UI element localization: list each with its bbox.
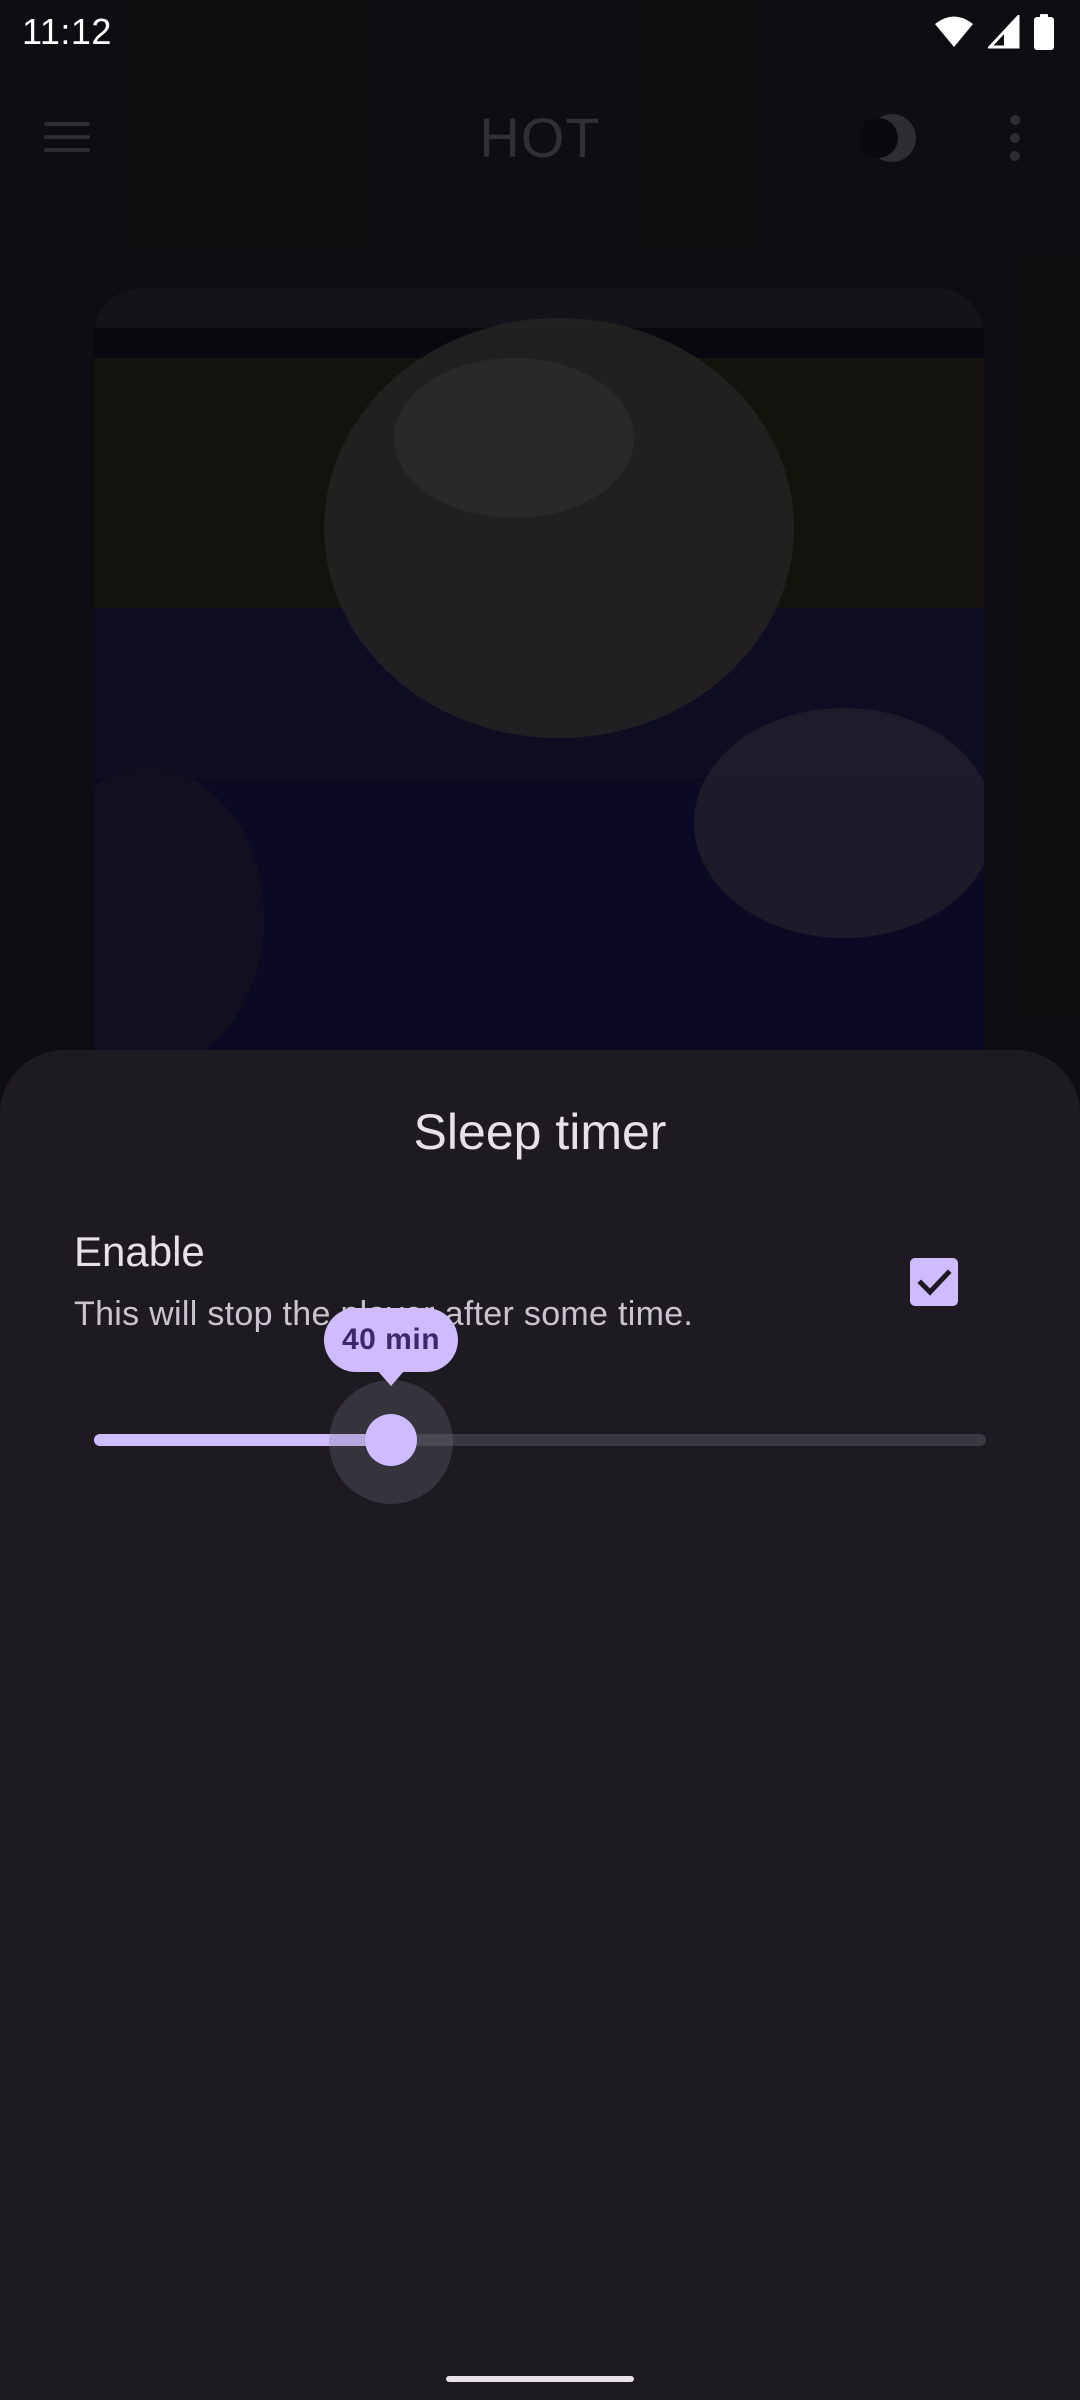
cell-signal-icon bbox=[988, 15, 1020, 49]
sleep-timer-sheet: Sleep timer Enable This will stop the pl… bbox=[0, 1050, 1080, 2400]
enable-label: Enable bbox=[74, 1228, 205, 1275]
status-icons bbox=[934, 12, 1054, 52]
slider-track[interactable] bbox=[94, 1434, 986, 1446]
sheet-title: Sleep timer bbox=[413, 1104, 667, 1160]
slider-value-label: 40 min bbox=[323, 1308, 459, 1386]
sleep-timer-slider[interactable]: 40 min bbox=[94, 1308, 986, 1504]
wifi-icon bbox=[934, 15, 974, 49]
check-icon bbox=[917, 1269, 952, 1296]
screen: 11:12 HOT Sleep timer Enable This will s… bbox=[0, 0, 1080, 2400]
enable-checkbox[interactable] bbox=[910, 1258, 958, 1306]
slider-thumb[interactable] bbox=[365, 1414, 417, 1466]
battery-icon bbox=[1034, 14, 1054, 50]
home-indicator[interactable] bbox=[446, 2376, 634, 2382]
status-time: 11:12 bbox=[22, 11, 112, 52]
status-bar: 11:12 bbox=[0, 0, 1080, 64]
